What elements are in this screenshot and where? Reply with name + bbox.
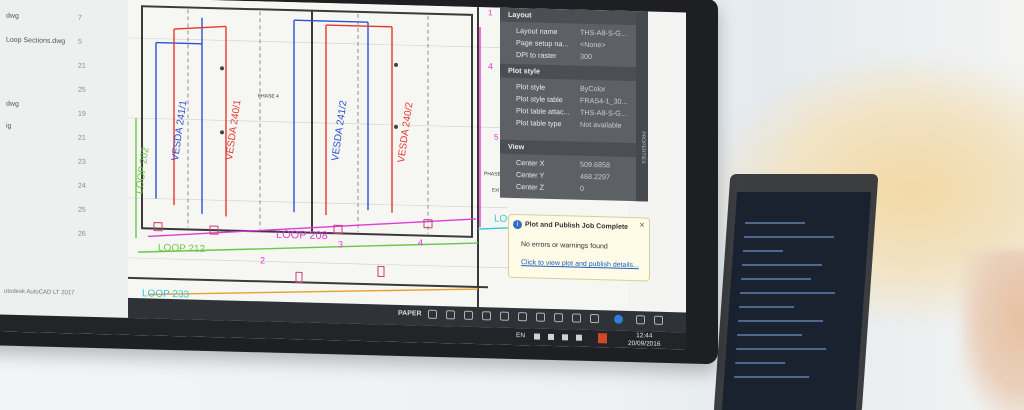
selection-cycling-icon[interactable] [518, 312, 527, 322]
battery-icon[interactable] [576, 334, 582, 341]
loop-label: LOOP 202 [134, 146, 152, 195]
background-laptop [713, 174, 881, 410]
props-section-layout[interactable]: Layout [500, 7, 648, 26]
osnap-icon[interactable] [464, 310, 473, 320]
file-row[interactable]: dwg [6, 13, 19, 20]
loop-label: LOOP 208 [276, 229, 328, 242]
prop-value[interactable]: 300 [580, 52, 592, 61]
prop-value[interactable]: FRAS4-1_30... [580, 96, 628, 106]
file-row[interactable]: dwg [6, 101, 19, 108]
prop-value[interactable]: THS-A8-S-G... [580, 28, 627, 38]
vesda-label: VESDA 240/2 [396, 101, 415, 164]
phase-label: PHASE [484, 171, 502, 177]
prop-value[interactable]: Not available [580, 120, 622, 130]
file-row-number: 21 [78, 62, 86, 70]
prop-key: Center Y [516, 170, 545, 180]
notification-balloon[interactable]: i Plot and Publish Job Complete ✕ No err… [508, 213, 650, 282]
prop-value[interactable]: THS-A8-S-G... [580, 108, 627, 118]
prop-value[interactable]: 0 [580, 184, 584, 193]
tray-arrow-icon[interactable] [534, 333, 540, 340]
drawing-number: 4 [488, 61, 493, 71]
drawing-number: 3 [338, 239, 343, 249]
prop-key: Plot style table [516, 94, 563, 105]
prop-key: Plot table type [516, 118, 562, 129]
office-icon[interactable] [598, 333, 607, 344]
file-row-number: 25 [78, 86, 86, 94]
loop-label: LOOP 212 [158, 243, 206, 255]
prop-key: Layout name [516, 26, 558, 37]
drawing-number: 4 [418, 237, 423, 247]
file-row[interactable]: ig [6, 123, 11, 130]
volume-icon[interactable] [562, 334, 568, 341]
balloon-message: No errors or warnings found [521, 241, 608, 251]
info-icon: i [513, 219, 522, 230]
file-row-number: 25 [78, 206, 86, 214]
props-side-label: PROPERTIES [640, 131, 646, 164]
photo-scene: dwg 7 Loop Sections.dwg 5 21 25 dwg 19 i… [0, 0, 1024, 410]
file-row-number: 19 [78, 110, 86, 118]
paper-space-toggle[interactable]: PAPER [398, 310, 422, 318]
file-row-number: 21 [78, 134, 86, 142]
prop-key: Center Z [516, 182, 544, 192]
laptop-screen [721, 192, 872, 410]
properties-palette[interactable]: Layout Layout name THS-A8-S-G... Page se… [500, 7, 648, 202]
file-row[interactable]: Loop Sections.dwg [6, 37, 65, 46]
vesda-label: VESDA 241/1 [170, 99, 189, 162]
plot-status-icon[interactable] [614, 314, 623, 324]
balloon-details-link[interactable]: Click to view plot and publish details..… [521, 259, 639, 269]
prop-key: Center X [516, 158, 545, 168]
drawing-number: 5 [494, 132, 499, 141]
file-row-number: 5 [78, 38, 82, 46]
customization-menu-icon[interactable] [654, 315, 663, 325]
monitor-bezel: dwg 7 Loop Sections.dwg 5 21 25 dwg 19 i… [0, 0, 718, 365]
drawing-number: 1 [488, 8, 493, 17]
background-blur-person [960, 250, 1024, 410]
taskbar-date: 20/09/2016 [628, 339, 661, 348]
clean-screen-icon[interactable] [636, 315, 645, 325]
monitor-screen: dwg 7 Loop Sections.dwg 5 21 25 dwg 19 i… [0, 0, 686, 350]
prop-key: Page setup na... [516, 38, 569, 49]
file-list-panel: dwg 7 Loop Sections.dwg 5 21 25 dwg 19 i… [0, 0, 129, 318]
prop-value[interactable]: 468.2297 [580, 172, 610, 182]
props-side-strip[interactable]: PROPERTIES [636, 11, 648, 202]
balloon-title: Plot and Publish Job Complete [525, 221, 629, 231]
close-icon[interactable]: ✕ [639, 221, 645, 229]
transparency-icon[interactable] [500, 311, 509, 321]
vesda-label: VESDA 241/2 [330, 99, 349, 162]
props-section-plot-style[interactable]: Plot style [500, 63, 648, 82]
snap-icon[interactable] [428, 309, 437, 319]
prop-value[interactable]: 509.6858 [580, 160, 610, 170]
props-section-view[interactable]: View [500, 139, 648, 158]
file-row-number: 23 [78, 158, 86, 166]
file-row-number: 7 [78, 14, 82, 22]
network-icon[interactable] [548, 333, 554, 341]
prop-key: Plot table attac... [516, 106, 570, 117]
prop-value[interactable]: ByColor [580, 84, 606, 94]
drawing-number: 2 [260, 255, 265, 265]
prop-key: DPI to raster [516, 50, 557, 61]
phase-label: FHASE 4 [258, 93, 279, 100]
prop-key: Plot style [516, 82, 546, 92]
prop-value[interactable]: <None> [580, 40, 606, 50]
monitor: dwg 7 Loop Sections.dwg 5 21 25 dwg 19 i… [0, 0, 730, 410]
annotation-icon[interactable] [536, 312, 545, 322]
workspace-gear-icon[interactable] [554, 313, 563, 323]
lineweight-icon[interactable] [482, 311, 491, 321]
isolate-icon[interactable] [590, 313, 599, 324]
file-row-number: 26 [78, 230, 86, 238]
plus-icon[interactable] [572, 313, 581, 323]
language-indicator[interactable]: EN [516, 332, 525, 339]
vesda-label: VESDA 240/1 [224, 99, 243, 162]
taskbar-clock[interactable]: 12:44 20/09/2016 [628, 332, 661, 349]
file-panel-footer: utodesk AutoCAD LT 2017 [4, 288, 75, 297]
polar-icon[interactable] [446, 310, 455, 320]
file-row-number: 24 [78, 182, 86, 190]
